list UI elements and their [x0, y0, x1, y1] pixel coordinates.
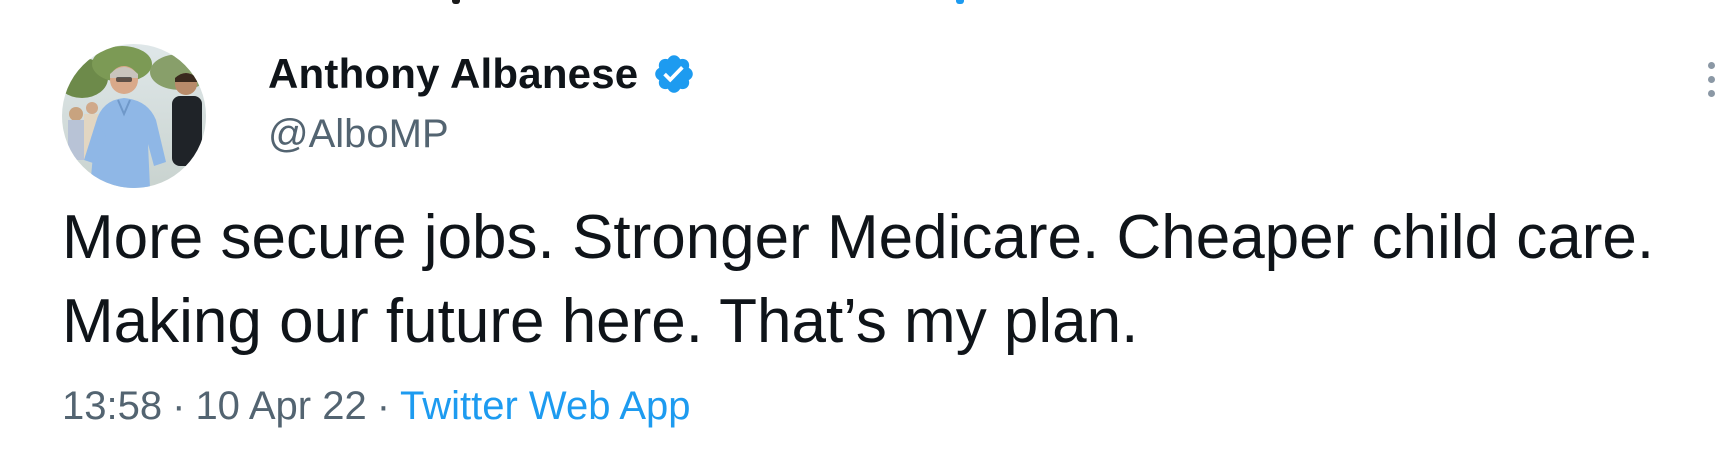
- tweet-time[interactable]: 13:58: [62, 384, 162, 428]
- verified-badge-icon: [652, 52, 696, 96]
- meta-separator: ·: [376, 384, 391, 428]
- tweet-meta: 13:58 · 10 Apr 22 · Twitter Web App: [62, 384, 691, 429]
- meta-separator: ·: [172, 384, 186, 428]
- author-handle[interactable]: @AlboMP: [268, 112, 449, 157]
- tweet-date[interactable]: 10 Apr 22: [195, 384, 366, 428]
- avatar-photo: [62, 44, 206, 188]
- author-display-name[interactable]: Anthony Albanese: [268, 50, 638, 98]
- author-avatar[interactable]: [62, 44, 206, 188]
- author-name-row: Anthony Albanese: [268, 44, 696, 104]
- tweet-card: Anthony Albanese @AlboMP More secure job…: [0, 0, 1717, 468]
- tweet-source-link[interactable]: Twitter Web App: [400, 384, 691, 428]
- tweet-text: More secure jobs. Stronger Medicare. Che…: [62, 203, 1655, 356]
- more-vertical-icon[interactable]: [1700, 60, 1717, 100]
